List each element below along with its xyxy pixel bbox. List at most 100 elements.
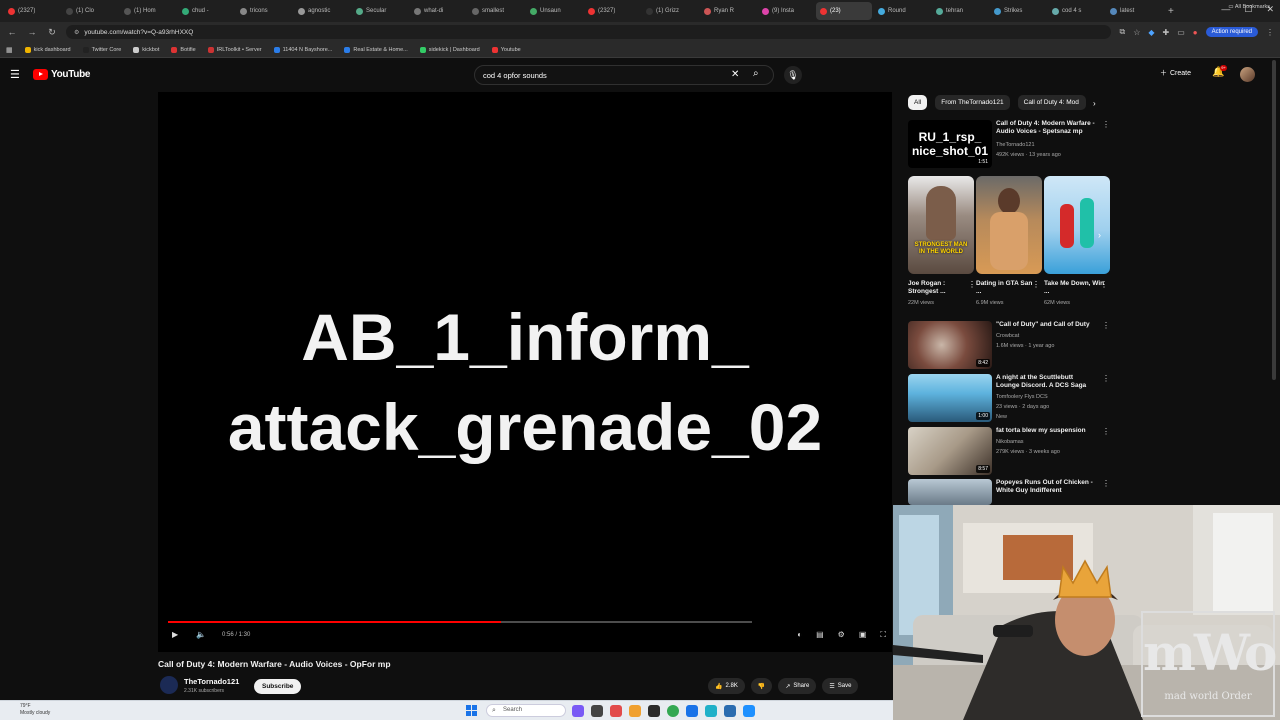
video-player[interactable]: AB_1_inform_ attack_grenade_02 ▶ 🔈 0:56 … bbox=[158, 92, 892, 652]
video-title[interactable]: fat torta blew my suspension bbox=[996, 427, 1096, 435]
save-button[interactable]: ☰ Save bbox=[822, 678, 859, 694]
bookmark-item[interactable]: kickbot bbox=[133, 46, 159, 53]
page-scrollbar[interactable] bbox=[1272, 60, 1276, 380]
browser-tab[interactable]: (23) bbox=[816, 2, 872, 20]
app-icon[interactable] bbox=[705, 705, 717, 717]
video-thumbnail[interactable] bbox=[908, 479, 992, 505]
channel-avatar[interactable] bbox=[160, 676, 178, 694]
like-button[interactable]: 👍 2.8K bbox=[708, 678, 745, 694]
more-options-icon[interactable]: ⋮ bbox=[1032, 280, 1040, 289]
account-avatar[interactable] bbox=[1240, 67, 1255, 82]
browser-tab[interactable]: (1) Clo bbox=[62, 2, 118, 20]
browser-tab[interactable]: tehran bbox=[932, 2, 988, 20]
apps-grid-icon[interactable]: ▦ bbox=[6, 46, 13, 54]
site-info-icon[interactable]: ⚙ bbox=[74, 29, 79, 36]
chevron-right-icon[interactable]: › bbox=[1098, 230, 1101, 240]
chip-from-channel[interactable]: From TheTornado121 bbox=[935, 95, 1010, 110]
more-options-icon[interactable]: ⋮ bbox=[1102, 479, 1110, 488]
channel-name[interactable]: TheTornado121 bbox=[184, 677, 239, 686]
more-options-icon[interactable]: ⋮ bbox=[1102, 120, 1110, 129]
menu-icon[interactable]: ☰ bbox=[10, 68, 20, 81]
video-thumbnail[interactable]: 8:42 bbox=[908, 321, 992, 369]
browser-tab[interactable]: agnostic bbox=[294, 2, 350, 20]
bookmark-item[interactable]: Twitter Core bbox=[82, 46, 121, 53]
browser-tab[interactable]: (1) Hom bbox=[120, 2, 176, 20]
chip-all[interactable]: All bbox=[908, 95, 928, 110]
more-options-icon[interactable]: ⋮ bbox=[1102, 321, 1110, 330]
app-icon[interactable] bbox=[648, 705, 660, 717]
video-thumbnail[interactable]: RU_1_rsp_ nice_shot_01 1:51 bbox=[908, 120, 992, 168]
bookmark-item[interactable]: IRLToolkit • Server bbox=[207, 46, 262, 53]
youtube-logo[interactable]: YouTube bbox=[33, 69, 91, 80]
short-thumbnail[interactable]: STRONGEST MAN IN THE WORLD bbox=[908, 176, 974, 274]
list-item[interactable]: RU_1_rsp_ nice_shot_01 1:51 Call of Duty… bbox=[908, 120, 1110, 170]
chevron-right-icon[interactable]: › bbox=[1093, 99, 1096, 108]
settings-gear-icon[interactable]: ⚙ bbox=[838, 630, 845, 640]
bookmark-item[interactable]: kick dashboard bbox=[24, 46, 71, 53]
video-thumbnail[interactable]: 1:00 bbox=[908, 374, 992, 422]
short-thumbnail[interactable] bbox=[976, 176, 1042, 274]
share-button[interactable]: ↗ Share bbox=[778, 678, 817, 694]
browser-tab[interactable]: (2327) bbox=[4, 2, 60, 20]
extension-icon[interactable]: ◆ bbox=[1148, 28, 1154, 37]
app-icon[interactable] bbox=[743, 705, 755, 717]
short-title[interactable]: Joe Rogan : Strongest ... bbox=[908, 280, 970, 296]
profile-icon[interactable]: ● bbox=[1193, 28, 1198, 37]
browser-tab[interactable]: Strikes bbox=[990, 2, 1046, 20]
extensions-puzzle-icon[interactable]: ✚ bbox=[1163, 28, 1170, 37]
browser-tab[interactable]: (2327) bbox=[584, 2, 640, 20]
windows-start-icon[interactable] bbox=[466, 705, 477, 716]
weather-widget[interactable]: 79°F Mostly cloudy bbox=[20, 703, 50, 717]
browser-tab[interactable]: latest bbox=[1106, 2, 1162, 20]
short-title[interactable]: Take Me Down, Win ... bbox=[1044, 280, 1106, 296]
app-icon[interactable] bbox=[610, 705, 622, 717]
create-button[interactable]: ＋ Create bbox=[1160, 68, 1191, 78]
more-options-icon[interactable]: ⋮ bbox=[968, 280, 976, 289]
browser-tab[interactable]: (9) Insta bbox=[758, 2, 814, 20]
fullscreen-icon[interactable]: ⛶ bbox=[880, 630, 886, 640]
list-item[interactable]: 1:00 A night at the Scuttlebutt Lounge D… bbox=[908, 374, 1110, 422]
bookmark-item[interactable]: Real Estate & Home... bbox=[344, 46, 408, 53]
app-icon[interactable] bbox=[629, 705, 641, 717]
browser-tab[interactable]: Round bbox=[874, 2, 930, 20]
app-icon[interactable] bbox=[591, 705, 603, 717]
play-icon[interactable]: ▶ bbox=[172, 630, 178, 639]
more-options-icon[interactable]: ⋮ bbox=[1102, 427, 1110, 436]
browser-tab[interactable]: chud - bbox=[178, 2, 234, 20]
miniplayer-icon[interactable]: ▣ bbox=[859, 630, 867, 640]
omnibox[interactable]: ⚙ youtube.com/watch?v=Q-a93rhHXXQ bbox=[66, 25, 1112, 39]
reload-icon[interactable]: ↻ bbox=[46, 27, 58, 38]
browser-tab[interactable]: smallest bbox=[468, 2, 524, 20]
list-item[interactable]: Popeyes Runs Out of Chicken - White Guy … bbox=[908, 479, 1110, 505]
sidebar-icon[interactable]: ▭ bbox=[1177, 28, 1185, 37]
back-icon[interactable]: ← bbox=[6, 27, 18, 37]
browser-tab[interactable]: tricons bbox=[236, 2, 292, 20]
dislike-button[interactable]: 👎 bbox=[750, 678, 773, 694]
video-title[interactable]: Call of Duty 4: Modern Warfare - Audio V… bbox=[996, 120, 1096, 136]
bookmark-item[interactable]: Youtube bbox=[491, 46, 521, 53]
search-input[interactable] bbox=[483, 69, 723, 82]
new-tab-icon[interactable]: + bbox=[1164, 6, 1178, 17]
video-title[interactable]: A night at the Scuttlebutt Lounge Discor… bbox=[996, 374, 1096, 390]
bookmark-item[interactable]: Botifie bbox=[171, 46, 196, 53]
menu-dots-icon[interactable]: ⋮ bbox=[1266, 28, 1274, 37]
list-item[interactable]: 8:42 "Call of Duty" and Call of Duty Cro… bbox=[908, 321, 1110, 369]
browser-tab[interactable]: Unsaun bbox=[526, 2, 582, 20]
app-icon[interactable] bbox=[724, 705, 736, 717]
browser-tab[interactable]: what-di bbox=[410, 2, 466, 20]
taskbar-search[interactable]: Search bbox=[486, 704, 566, 717]
short-thumbnail[interactable] bbox=[1044, 176, 1110, 274]
chip-cod4[interactable]: Call of Duty 4: Mod bbox=[1017, 95, 1086, 110]
all-bookmarks[interactable]: ▭ All Bookmarks bbox=[1228, 4, 1270, 10]
forward-icon[interactable]: → bbox=[26, 27, 38, 37]
browser-tab[interactable]: cod 4 s bbox=[1048, 2, 1104, 20]
more-options-icon[interactable]: ⋮ bbox=[1102, 374, 1110, 383]
app-icon[interactable] bbox=[572, 705, 584, 717]
bookmark-star-icon[interactable]: ☆ bbox=[1133, 28, 1140, 37]
more-options-icon[interactable]: ⋮ bbox=[1100, 280, 1108, 289]
action-required-button[interactable]: Action required bbox=[1205, 27, 1258, 37]
video-title[interactable]: Popeyes Runs Out of Chicken - White Guy … bbox=[996, 479, 1096, 495]
install-icon[interactable]: ⧉ bbox=[1119, 27, 1125, 37]
browser-tab[interactable]: (1) Grizz bbox=[642, 2, 698, 20]
progress-bar[interactable] bbox=[168, 621, 752, 623]
